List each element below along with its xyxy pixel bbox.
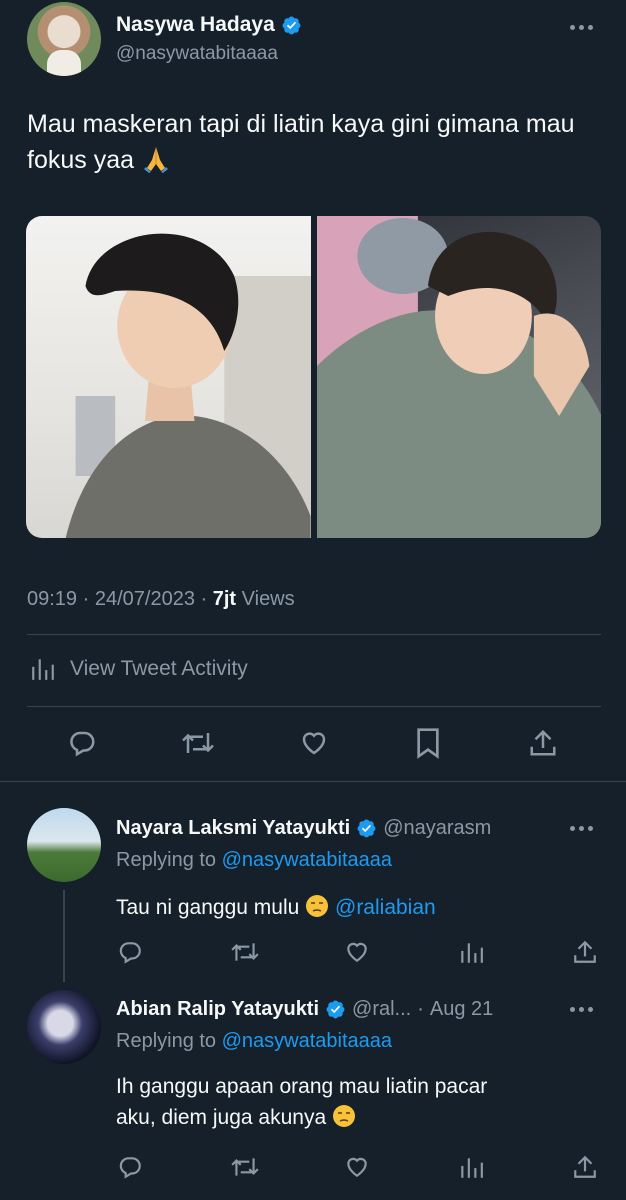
- photo-left-image: [65, 233, 311, 538]
- author-handle[interactable]: @nasywatabitaaaa: [116, 43, 278, 65]
- avatar[interactable]: [27, 990, 101, 1064]
- author-display-name[interactable]: Nasywa Hadaya: [116, 13, 275, 37]
- retweet-icon[interactable]: [180, 728, 216, 758]
- replying-to-link[interactable]: @nasywatabitaaaa: [222, 849, 392, 871]
- divider: [27, 634, 601, 635]
- bookmark-icon[interactable]: [414, 727, 442, 759]
- mention-link[interactable]: @raliabian: [335, 896, 436, 919]
- meta-separator: ·: [77, 588, 95, 610]
- avatar[interactable]: [27, 808, 101, 882]
- share-icon[interactable]: [572, 939, 598, 965]
- retweet-icon[interactable]: [230, 1154, 260, 1180]
- reply-author[interactable]: Abian Ralip Yatayukti @ral... · Aug 21: [116, 998, 493, 1021]
- divider: [0, 781, 626, 782]
- reply-icon[interactable]: [117, 939, 143, 965]
- reply-handle[interactable]: @ral...: [352, 998, 411, 1021]
- reply-body-line: Ih ganggu apaan orang mau liatin pacar: [116, 1075, 488, 1098]
- analytics-icon: [32, 659, 54, 680]
- replying-label: Replying to: [116, 849, 217, 871]
- unamused-emoji-icon: [332, 1105, 355, 1127]
- more-icon[interactable]: [570, 22, 600, 32]
- photo-left[interactable]: [26, 216, 311, 538]
- thread-line: [63, 890, 65, 982]
- replying-label: Replying to: [116, 1030, 217, 1052]
- reply-body: aku, diem juga akunya: [116, 1106, 327, 1129]
- more-icon[interactable]: [570, 823, 600, 833]
- reply-body: Tau ni ganggu mulu: [116, 896, 300, 919]
- tweet-time[interactable]: 09:19: [27, 588, 77, 610]
- share-icon[interactable]: [528, 727, 558, 759]
- replying-to: Replying to @nasywatabitaaaa: [116, 1030, 392, 1053]
- tweet-date[interactable]: 24/07/2023: [95, 588, 195, 610]
- avatar[interactable]: [27, 2, 101, 76]
- pray-emoji-icon: [143, 147, 168, 173]
- share-icon[interactable]: [572, 1154, 598, 1180]
- tweet-text: Mau maskeran tapi di liatin kaya gini gi…: [27, 106, 607, 178]
- reply-date[interactable]: Aug 21: [430, 998, 493, 1021]
- more-icon[interactable]: [570, 1004, 600, 1014]
- analytics-icon[interactable]: [458, 939, 484, 965]
- replying-to: Replying to @nasywatabitaaaa: [116, 849, 392, 872]
- like-icon[interactable]: [344, 1154, 370, 1180]
- views-label[interactable]: Views: [242, 588, 295, 610]
- like-icon[interactable]: [344, 939, 370, 965]
- reply-display-name[interactable]: Nayara Laksmi Yatayukti: [116, 817, 350, 840]
- reply-icon[interactable]: [67, 728, 97, 758]
- reply-handle[interactable]: @nayarasm: [383, 817, 491, 840]
- tweet-media[interactable]: [26, 216, 601, 538]
- unamused-emoji-icon: [306, 895, 329, 917]
- reply-icon[interactable]: [117, 1154, 143, 1180]
- meta-separator: ·: [194, 588, 213, 610]
- like-icon[interactable]: [298, 728, 330, 758]
- photo-right[interactable]: [316, 216, 601, 538]
- reply-display-name[interactable]: Abian Ralip Yatayukti: [116, 998, 319, 1021]
- views-count[interactable]: 7jt: [213, 588, 236, 610]
- divider: [27, 706, 601, 707]
- meta-separator: ·: [417, 998, 424, 1020]
- retweet-icon[interactable]: [230, 939, 260, 965]
- verified-icon: [357, 819, 376, 838]
- reply-text: Ih ganggu apaan orang mau liatin pacar a…: [116, 1071, 487, 1133]
- reply-body-line-2: aku, diem juga akunya: [116, 1102, 487, 1133]
- verified-icon: [326, 1000, 345, 1019]
- verified-icon: [282, 16, 301, 34]
- reply-author[interactable]: Nayara Laksmi Yatayukti @nayarasm: [116, 817, 491, 840]
- tweet-meta: 09:19 · 24/07/2023 · 7jt Views: [27, 588, 295, 611]
- photo-right-image: [316, 216, 601, 538]
- view-tweet-activity[interactable]: View Tweet Activity: [30, 656, 248, 682]
- replying-to-link[interactable]: @nasywatabitaaaa: [222, 1030, 392, 1052]
- reply-text: Tau ni ganggu mulu @raliabian: [116, 892, 436, 923]
- tweet-body: Mau maskeran tapi di liatin kaya gini gi…: [27, 110, 575, 174]
- activity-label[interactable]: View Tweet Activity: [70, 657, 248, 681]
- author-name[interactable]: Nasywa Hadaya: [116, 13, 302, 37]
- analytics-icon[interactable]: [458, 1154, 484, 1180]
